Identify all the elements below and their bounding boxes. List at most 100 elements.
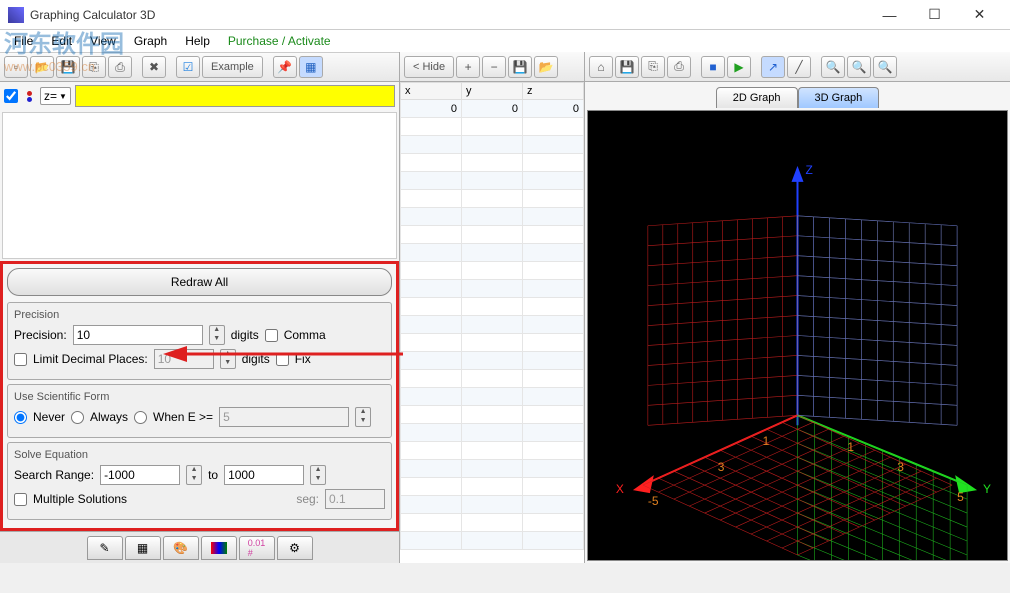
new-button[interactable]: ▫	[4, 56, 28, 78]
menu-edit[interactable]: Edit	[43, 32, 80, 50]
tab-grid[interactable]: ▦	[125, 536, 161, 560]
zoom2-button[interactable]: 🔍	[847, 56, 871, 78]
print-graph-button[interactable]: ⎙	[667, 56, 691, 78]
save-button[interactable]: 💾	[56, 56, 80, 78]
table-cell[interactable]	[523, 316, 584, 334]
remove-row-button[interactable]: −	[482, 56, 506, 78]
table-cell[interactable]	[523, 388, 584, 406]
equation-input[interactable]	[75, 85, 395, 107]
table-cell[interactable]	[523, 298, 584, 316]
table-cell[interactable]	[462, 316, 523, 334]
table-cell[interactable]	[523, 352, 584, 370]
redraw-all-button[interactable]: Redraw All	[7, 268, 392, 296]
table-cell[interactable]	[523, 172, 584, 190]
table-cell[interactable]	[523, 496, 584, 514]
table-cell[interactable]	[401, 352, 462, 370]
when-e-input[interactable]	[219, 407, 349, 427]
tab-2d-graph[interactable]: 2D Graph	[716, 87, 798, 108]
table-cell[interactable]	[401, 298, 462, 316]
pan-button[interactable]: ╱	[787, 56, 811, 78]
comma-checkbox[interactable]	[265, 329, 278, 342]
table-cell[interactable]	[523, 442, 584, 460]
table-cell[interactable]	[523, 424, 584, 442]
table-cell[interactable]	[401, 442, 462, 460]
table-cell[interactable]	[401, 208, 462, 226]
table-cell[interactable]	[401, 190, 462, 208]
rotate-button[interactable]: ↗	[761, 56, 785, 78]
fix-checkbox[interactable]	[276, 353, 289, 366]
table-cell[interactable]	[523, 280, 584, 298]
table-cell[interactable]	[523, 514, 584, 532]
col-x[interactable]: x	[401, 83, 462, 100]
table-cell[interactable]	[401, 532, 462, 550]
table-cell[interactable]	[523, 190, 584, 208]
col-z[interactable]: z	[523, 83, 584, 100]
tab-precision[interactable]: 0.01#	[239, 536, 275, 560]
never-radio[interactable]	[14, 411, 27, 424]
table-cell[interactable]	[462, 208, 523, 226]
zoom-button[interactable]: 🔍	[821, 56, 845, 78]
table-cell[interactable]	[523, 334, 584, 352]
table-cell[interactable]: 0	[401, 100, 462, 118]
equation-list-area[interactable]	[2, 112, 397, 259]
zoom3-button[interactable]: 🔍	[873, 56, 897, 78]
table-cell[interactable]	[401, 406, 462, 424]
precision-input[interactable]	[73, 325, 203, 345]
table-cell[interactable]	[462, 352, 523, 370]
maximize-button[interactable]: ☐	[912, 1, 957, 29]
col-y[interactable]: y	[462, 83, 523, 100]
table-cell[interactable]	[401, 136, 462, 154]
check-button[interactable]: ☑	[176, 56, 200, 78]
range-from-spinner[interactable]: ▲▼	[186, 465, 202, 485]
table-cell[interactable]	[523, 118, 584, 136]
table-cell[interactable]	[462, 424, 523, 442]
tab-gear[interactable]: ⚙	[277, 536, 313, 560]
multiple-solutions-checkbox[interactable]	[14, 493, 27, 506]
export-button[interactable]: ⎘	[82, 56, 106, 78]
when-e-radio[interactable]	[134, 411, 147, 424]
table-cell[interactable]	[523, 478, 584, 496]
table-cell[interactable]	[462, 388, 523, 406]
table-cell[interactable]	[523, 154, 584, 172]
table-cell[interactable]	[523, 370, 584, 388]
close-button[interactable]: ✕	[957, 1, 1002, 29]
menu-file[interactable]: File	[6, 32, 41, 50]
table-cell[interactable]	[401, 280, 462, 298]
play-button[interactable]: ▶	[727, 56, 751, 78]
table-cell[interactable]	[462, 478, 523, 496]
when-e-spinner[interactable]: ▲▼	[355, 407, 371, 427]
table-cell[interactable]	[401, 334, 462, 352]
range-to-input[interactable]	[224, 465, 304, 485]
table-cell[interactable]	[462, 244, 523, 262]
pin-button[interactable]: 📌	[273, 56, 297, 78]
table-cell[interactable]	[401, 424, 462, 442]
table-cell[interactable]	[462, 118, 523, 136]
stop-button[interactable]: ■	[701, 56, 725, 78]
table-cell[interactable]	[462, 298, 523, 316]
example-button[interactable]: Example	[202, 56, 263, 78]
open-button[interactable]: 📂	[30, 56, 54, 78]
table-cell[interactable]	[401, 460, 462, 478]
table-cell[interactable]	[401, 514, 462, 532]
table-cell[interactable]	[462, 496, 523, 514]
table-cell[interactable]	[462, 172, 523, 190]
tab-pencil[interactable]: ✎	[87, 536, 123, 560]
menu-view[interactable]: View	[82, 32, 124, 50]
print-button[interactable]: ⎙	[108, 56, 132, 78]
table-cell[interactable]	[401, 388, 462, 406]
table-cell[interactable]	[462, 460, 523, 478]
menu-help[interactable]: Help	[177, 32, 218, 50]
table-cell[interactable]	[401, 370, 462, 388]
table-cell[interactable]	[401, 172, 462, 190]
table-cell[interactable]	[462, 226, 523, 244]
table-cell[interactable]	[401, 244, 462, 262]
limit-decimal-input[interactable]	[154, 349, 214, 369]
table-cell[interactable]	[523, 262, 584, 280]
table-cell[interactable]	[523, 460, 584, 478]
table-cell[interactable]	[523, 208, 584, 226]
table-cell[interactable]	[462, 532, 523, 550]
precision-spinner[interactable]: ▲▼	[209, 325, 225, 345]
delete-button[interactable]: ✖	[142, 56, 166, 78]
seg-input[interactable]	[325, 489, 385, 509]
3d-graph-view[interactable]: Z X Y -5 3 1 1 3 5	[587, 110, 1008, 561]
